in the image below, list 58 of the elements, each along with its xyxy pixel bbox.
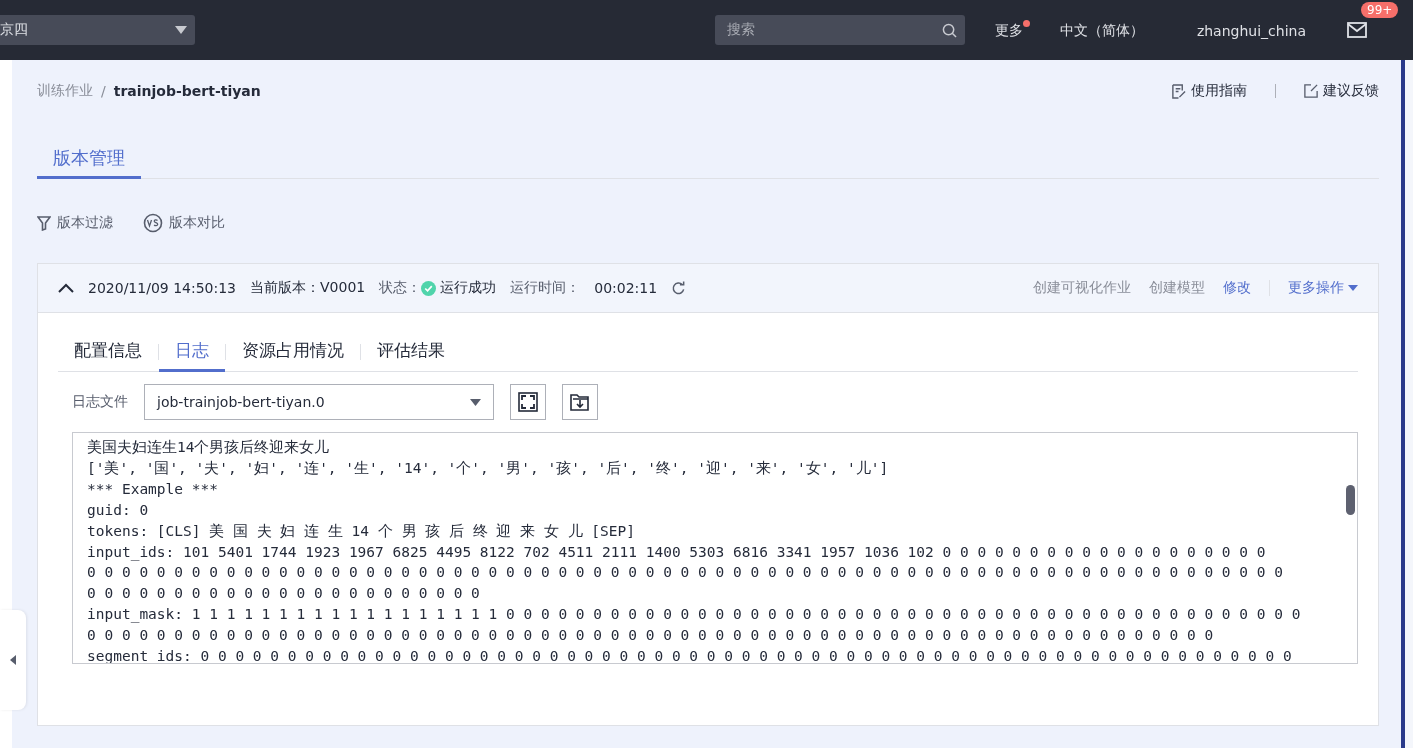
- caret-down-icon: [175, 26, 187, 34]
- log-line: guid: 0: [87, 500, 150, 520]
- caret-down-icon: [1348, 285, 1358, 291]
- message-count-badge: 99+: [1361, 2, 1399, 18]
- log-line: *** Example ***: [87, 479, 219, 499]
- log-line: input_mask: 1 1 1 1 1 1 1 1 1 1 1 1 1 1 1 1 1 1 0 0 0 0 0 0 0 0 0 0 0 0 0 0 0 0 0 0 0 0 0 0 0 0 0 0 0 0 0 0 0 0 0 0 0 0 0 0 0 0 0 0 0 0 0 0: [87, 605, 1302, 625]
- search-icon: [941, 22, 957, 38]
- more-menu[interactable]: 更多: [994, 20, 1030, 40]
- action-link[interactable]: 修改: [1223, 279, 1251, 297]
- fullscreen-icon: [518, 392, 538, 412]
- detail-tab[interactable]: 资源占用情况: [226, 333, 360, 372]
- edit-square-icon: [1304, 84, 1318, 98]
- filter-icon: [37, 215, 51, 231]
- download-button[interactable]: [562, 384, 598, 420]
- log-line: ['美', '国', '夫', '妇', '连', '生', '14', '个', '男', '孩', '后', '终', '迎', '来', '女', '儿']: [87, 458, 890, 478]
- scrollbar-thumb[interactable]: [1346, 485, 1355, 515]
- region-selector[interactable]: 京四: [0, 15, 195, 45]
- document-pen-icon: [1171, 83, 1186, 99]
- detail-tab[interactable]: 评估结果: [361, 333, 461, 372]
- log-line: 0 0 0 0 0 0 0 0 0 0 0 0 0 0 0 0 0 0 0 0 0 0 0 0 0 0 0 0 0 0 0 0 0 0 0 0 0 0 0 0 0 0 0 0 0 0 0 0 0 0 0 0 0 0 0 0 0 0 0 0 0 0 0 0 0: [87, 626, 1215, 646]
- search-field[interactable]: 搜索: [714, 15, 965, 45]
- detail-tab[interactable]: 配置信息: [58, 333, 158, 372]
- more-actions-dropdown[interactable]: 更多操作: [1288, 279, 1358, 297]
- log-line: input_ids: 101 5401 1744 1923 1967 6825 4495 8122 702 4511 2111 1400 5303 6816 3341 1957 1036 102 0 0 0 0 0 0 0 0 0 0 0 0 0 0 0 0 0 0 0: [87, 542, 1267, 563]
- filter-button[interactable]: 版本过滤: [37, 213, 113, 233]
- username-menu[interactable]: zhanghui_china: [1196, 21, 1313, 39]
- mail-icon[interactable]: [1347, 22, 1367, 38]
- folder-download-icon: [570, 393, 590, 411]
- success-check-icon: [421, 280, 437, 296]
- status-label: 状态：: [379, 279, 422, 297]
- status-text: 运行成功: [440, 279, 497, 297]
- compare-button[interactable]: 版本对比: [143, 213, 225, 233]
- runtime-value: 00:02:11: [594, 280, 658, 296]
- feedback-link[interactable]: 建议反馈: [1304, 82, 1379, 100]
- caret-left-icon: [10, 655, 16, 665]
- log-file-select[interactable]: job-trainjob-bert-tiyan.0: [144, 384, 494, 420]
- refresh-icon[interactable]: [671, 280, 687, 296]
- log-line: tokens: [CLS] 美 国 夫 妇 连 生 14 个 男 孩 后 终 迎 来 女 儿 [SEP]: [87, 521, 636, 541]
- runtime-label: 运行时间：: [510, 279, 581, 297]
- sidebar-handle[interactable]: [0, 610, 26, 710]
- log-file-label: 日志文件: [72, 393, 128, 411]
- page-tab[interactable]: 版本管理: [37, 146, 141, 179]
- vs-icon: [143, 213, 163, 233]
- log-line: 0 0 0 0 0 0 0 0 0 0 0 0 0 0 0 0 0 0 0 0 0 0 0 0 0 0 0 0 0 0 0 0 0 0 0 0 0 0 0 0 0 0 0 0 0 0 0 0 0 0 0 0 0 0 0 0 0 0 0 0 0 0 0 0 0 0 0 0 0: [87, 563, 1284, 583]
- language-menu[interactable]: 中文（简体）: [1059, 20, 1151, 40]
- detail-tab[interactable]: 日志: [159, 333, 225, 372]
- guide-link[interactable]: 使用指南: [1171, 82, 1247, 100]
- version-info: 当前版本：V0001: [250, 279, 366, 297]
- chevron-up-icon[interactable]: [58, 283, 74, 293]
- version-datetime: 2020/11/09 14:50:13: [88, 280, 237, 296]
- caret-down-icon: [470, 398, 481, 406]
- fullscreen-button[interactable]: [510, 384, 546, 420]
- log-line: 0 0 0 0 0 0 0 0 0 0 0 0 0 0 0 0 0 0 0 0 0 0 0: [87, 584, 481, 604]
- breadcrumb-item: trainjob-bert-tiyan: [113, 83, 261, 99]
- region-label: 京四: [0, 21, 28, 39]
- log-line: 美国夫妇连生14个男孩后终迎来女儿: [87, 438, 331, 457]
- breadcrumb-separator: /: [101, 83, 106, 99]
- search-placeholder: 搜索: [726, 21, 755, 39]
